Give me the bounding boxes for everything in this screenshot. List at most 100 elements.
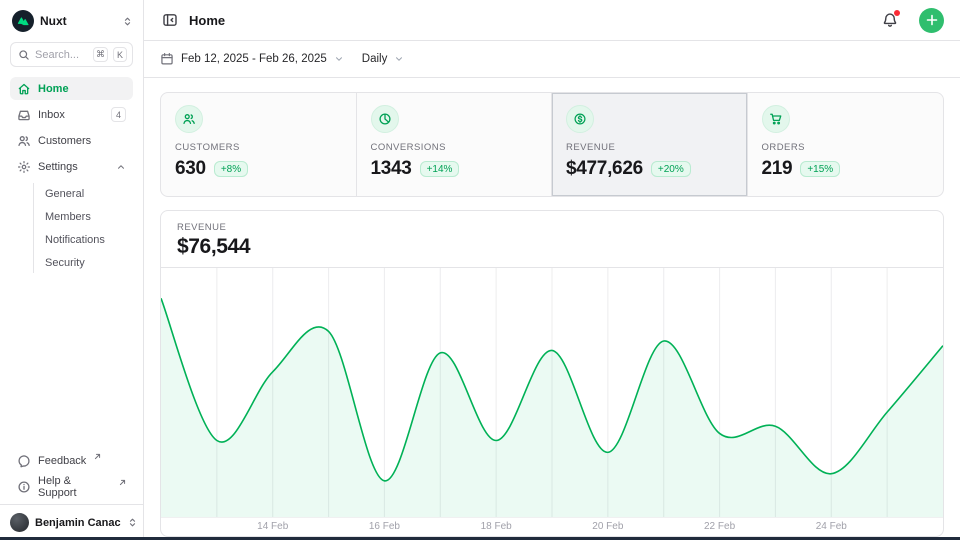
inbox-icon: [17, 108, 31, 122]
feedback-label: Feedback: [38, 455, 86, 467]
sidebar-item-settings[interactable]: Settings: [10, 155, 133, 178]
sidebar-item-label: General: [45, 188, 84, 200]
notifications-button[interactable]: [880, 10, 900, 30]
sidebar-item-members[interactable]: Members: [34, 206, 133, 227]
stat-value: 1343: [371, 158, 412, 180]
search-icon: [18, 49, 30, 61]
help-support-link[interactable]: Help & Support: [10, 475, 133, 498]
sidebar-item-home[interactable]: Home: [10, 77, 133, 100]
change-badge: +8%: [214, 161, 248, 177]
stat-value: 219: [762, 158, 793, 180]
feedback-link[interactable]: Feedback: [10, 449, 133, 472]
external-link-icon: [94, 453, 101, 460]
x-axis-label: 20 Feb: [592, 521, 623, 532]
sidebar-item-label: Inbox: [38, 109, 104, 121]
info-circle-icon: [17, 480, 31, 494]
dashboard-app: Nuxt Search... ⌘ K Home: [0, 0, 960, 540]
revenue-chart-card: REVENUE $76,544 14 Feb 16 Feb 18 Feb 20 Feb…: [160, 210, 944, 537]
x-axis-label: 24 Feb: [816, 521, 847, 532]
search-input[interactable]: Search... ⌘ K: [10, 42, 133, 67]
change-badge: +15%: [800, 161, 840, 177]
chart-x-axis: 14 Feb 16 Feb 18 Feb 20 Feb 22 Feb 24 Feb: [161, 517, 943, 536]
user-name: Benjamin Canac: [35, 517, 121, 529]
panel-collapse-icon: [162, 12, 178, 28]
chart-label: REVENUE: [177, 222, 927, 233]
stat-label: CONVERSIONS: [371, 142, 538, 153]
chevron-up-icon: [116, 162, 126, 172]
cart-icon: [762, 105, 790, 133]
plus-icon: [926, 14, 938, 26]
sidebar-item-label: Settings: [38, 161, 109, 173]
sidebar: Nuxt Search... ⌘ K Home: [0, 0, 144, 540]
sidebar-nav: Home Inbox 4 Customers Settings: [0, 77, 143, 273]
chevron-down-icon: [394, 54, 404, 64]
external-link-icon: [119, 479, 126, 486]
stat-label: CUSTOMERS: [175, 142, 342, 153]
stat-card-conversions[interactable]: CONVERSIONS 1343 +14%: [357, 93, 553, 196]
content: CUSTOMERS 630 +8% CONVERSIONS 1343 +14%: [144, 78, 960, 540]
date-range-picker[interactable]: Feb 12, 2025 - Feb 26, 2025: [160, 52, 344, 66]
workspace-switcher[interactable]: Nuxt: [0, 0, 143, 40]
help-support-label: Help & Support: [38, 475, 111, 499]
stats-row: CUSTOMERS 630 +8% CONVERSIONS 1343 +14%: [160, 92, 944, 197]
page-header: Home: [144, 0, 960, 41]
sidebar-item-general[interactable]: General: [34, 183, 133, 204]
calendar-icon: [160, 52, 174, 66]
change-badge: +20%: [651, 161, 691, 177]
notification-dot: [894, 10, 900, 16]
inbox-count-badge: 4: [111, 107, 126, 122]
chevron-up-down-icon: [127, 517, 138, 528]
chevron-down-icon: [334, 54, 344, 64]
date-range-value: Feb 12, 2025 - Feb 26, 2025: [181, 53, 327, 65]
collapse-sidebar-button[interactable]: [160, 10, 180, 30]
period-value: Daily: [362, 53, 388, 65]
stat-card-customers[interactable]: CUSTOMERS 630 +8%: [161, 93, 357, 196]
sidebar-item-notifications[interactable]: Notifications: [34, 229, 133, 250]
stat-value: $477,626: [566, 158, 643, 180]
x-axis-label: 16 Feb: [369, 521, 400, 532]
stat-label: ORDERS: [762, 142, 930, 153]
filter-toolbar: Feb 12, 2025 - Feb 26, 2025 Daily: [144, 41, 960, 78]
user-menu[interactable]: Benjamin Canac: [0, 504, 143, 540]
add-button[interactable]: [919, 8, 944, 33]
main-area: Home Feb 12, 2025 - Feb 26, 2025: [144, 0, 960, 540]
sidebar-item-label: Security: [45, 257, 85, 269]
search-placeholder: Search...: [35, 49, 88, 61]
workspace-name: Nuxt: [40, 14, 116, 28]
gear-icon: [17, 160, 31, 174]
sidebar-item-label: Members: [45, 211, 91, 223]
stat-value: 630: [175, 158, 206, 180]
revenue-chart-svg: [161, 268, 943, 517]
period-select[interactable]: Daily: [362, 53, 405, 65]
sidebar-item-security[interactable]: Security: [34, 252, 133, 273]
stat-card-revenue[interactable]: REVENUE $477,626 +20%: [552, 93, 748, 196]
settings-submenu: General Members Notifications Security: [33, 183, 133, 273]
kbd-meta: ⌘: [93, 47, 108, 62]
stat-card-orders[interactable]: ORDERS 219 +15%: [748, 93, 944, 196]
change-badge: +14%: [420, 161, 460, 177]
x-axis-label: 18 Feb: [481, 521, 512, 532]
avatar: [10, 513, 29, 532]
dollar-circle-icon: [566, 105, 594, 133]
sidebar-item-label: Home: [38, 83, 126, 95]
sidebar-item-customers[interactable]: Customers: [10, 129, 133, 152]
users-icon: [175, 105, 203, 133]
chat-bubble-icon: [17, 454, 31, 468]
sidebar-item-label: Customers: [38, 135, 126, 147]
page-title: Home: [189, 13, 871, 28]
users-icon: [17, 134, 31, 148]
x-axis-label: 14 Feb: [257, 521, 288, 532]
x-axis-label: 22 Feb: [704, 521, 735, 532]
sidebar-item-inbox[interactable]: Inbox 4: [10, 103, 133, 126]
chart-value: $76,544: [177, 235, 927, 259]
chevron-up-down-icon: [122, 16, 133, 27]
nuxt-logo-icon: [12, 10, 34, 32]
home-icon: [17, 82, 31, 96]
kbd-k: K: [113, 47, 127, 62]
revenue-area-chart[interactable]: [161, 268, 943, 517]
chart-header: REVENUE $76,544: [161, 211, 943, 268]
sidebar-item-label: Notifications: [45, 234, 105, 246]
pie-chart-icon: [371, 105, 399, 133]
stat-label: REVENUE: [566, 142, 733, 153]
sidebar-footer: Feedback Help & Support: [0, 449, 143, 504]
